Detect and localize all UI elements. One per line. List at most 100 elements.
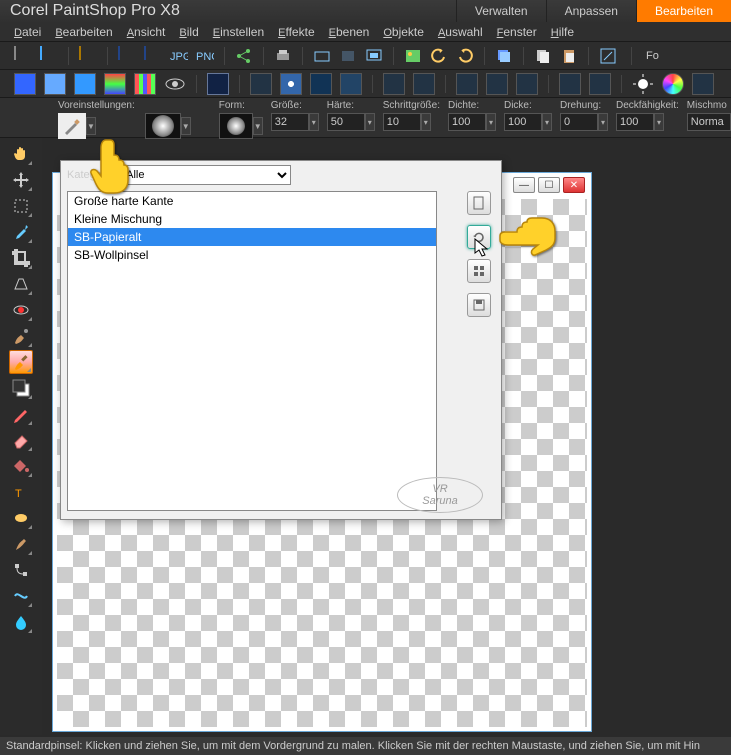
rotation-field[interactable]: 0 — [560, 113, 598, 131]
saveas-icon[interactable] — [144, 47, 162, 65]
image-icon[interactable] — [404, 47, 422, 65]
copy-icon[interactable] — [534, 47, 552, 65]
compass-icon[interactable] — [486, 73, 508, 95]
tab-bearbeiten[interactable]: Bearbeiten — [636, 0, 731, 22]
new-icon[interactable] — [14, 47, 32, 65]
swatch-5[interactable] — [134, 73, 156, 95]
export-jpg-icon[interactable]: JPG — [170, 47, 188, 65]
preset-refresh-button[interactable] — [467, 225, 491, 249]
menu-ebenen[interactable]: Ebenen — [329, 25, 370, 39]
grid-icon[interactable] — [340, 73, 362, 95]
menu-objekte[interactable]: Objekte — [383, 25, 424, 39]
rotation-spinner[interactable]: ▾ — [598, 113, 608, 131]
resize-icon[interactable] — [599, 47, 617, 65]
tab-verwalten[interactable]: Verwalten — [456, 0, 546, 22]
swatch-2[interactable] — [44, 73, 66, 95]
list-item[interactable]: SB-Wollpinsel — [68, 246, 436, 264]
align-center-icon[interactable] — [250, 73, 272, 95]
brush-form-preview[interactable] — [219, 113, 253, 139]
fx-1-icon[interactable] — [207, 73, 229, 95]
preset-shape-preview[interactable] — [145, 113, 181, 139]
window-maximize-button[interactable]: ☐ — [538, 177, 560, 193]
step-spinner[interactable]: ▾ — [421, 113, 431, 131]
window-minimize-button[interactable]: — — [513, 177, 535, 193]
refine-icon[interactable] — [516, 73, 538, 95]
list-item[interactable]: Große harte Kante — [68, 192, 436, 210]
menu-bearbeiten[interactable]: Bearbeiten — [55, 25, 112, 39]
crop-tool[interactable] — [9, 246, 33, 270]
pen-draw-tool[interactable] — [9, 402, 33, 426]
curves-icon[interactable] — [692, 73, 714, 95]
window-close-button[interactable]: ✕ — [563, 177, 585, 193]
brush-form-dropdown[interactable]: ▼ — [253, 117, 263, 135]
list-item[interactable]: Kleine Mischung — [68, 210, 436, 228]
warp-tool[interactable] — [9, 584, 33, 608]
smudge-tool[interactable] — [9, 532, 33, 556]
preset-dropdown[interactable]: ▼ — [86, 117, 96, 135]
perspective-tool[interactable] — [9, 272, 33, 296]
layers-icon[interactable] — [495, 47, 513, 65]
blend-field[interactable]: Norma — [687, 113, 731, 131]
redo-icon[interactable] — [456, 47, 474, 65]
preset-file-button[interactable] — [467, 191, 491, 215]
target-icon[interactable] — [280, 73, 302, 95]
move-tool[interactable] — [9, 168, 33, 192]
new2-icon[interactable] — [40, 47, 58, 65]
print-icon[interactable] — [274, 47, 292, 65]
clone-tool[interactable] — [9, 324, 33, 348]
open-icon[interactable] — [79, 47, 97, 65]
preset-shape-dropdown[interactable]: ▼ — [181, 117, 191, 135]
redeye-tool[interactable] — [9, 298, 33, 322]
pan-tool[interactable] — [9, 142, 33, 166]
screenshot-icon[interactable] — [365, 47, 383, 65]
menu-effekte[interactable]: Effekte — [278, 25, 314, 39]
flip-v-icon[interactable] — [589, 73, 611, 95]
size-spinner[interactable]: ▾ — [309, 113, 319, 131]
paintbrush-tool[interactable] — [9, 350, 33, 374]
menu-ansicht[interactable]: Ansicht — [127, 25, 166, 39]
shape-tool[interactable] — [9, 506, 33, 530]
fill-tool[interactable] — [9, 454, 33, 478]
density-field[interactable]: 100 — [448, 113, 486, 131]
menu-datei[interactable]: Datei — [14, 25, 41, 39]
dropper-tool[interactable] — [9, 220, 33, 244]
menu-hilfe[interactable]: Hilfe — [551, 25, 574, 39]
category-select[interactable]: Alle — [121, 165, 291, 185]
paste-icon[interactable] — [560, 47, 578, 65]
palette-icon[interactable] — [662, 73, 684, 95]
thickness-spinner[interactable]: ▾ — [542, 113, 552, 131]
size-field[interactable]: 32 — [271, 113, 309, 131]
opacity-spinner[interactable]: ▾ — [654, 113, 664, 131]
preset-brush-icon[interactable] — [58, 113, 86, 139]
opacity-field[interactable]: 100 — [616, 113, 654, 131]
text-tool[interactable]: T — [9, 480, 33, 504]
share-icon[interactable] — [235, 47, 253, 65]
flip-h-icon[interactable] — [559, 73, 581, 95]
hardness-spinner[interactable]: ▾ — [365, 113, 375, 131]
rect-icon[interactable] — [310, 73, 332, 95]
menu-einstellen[interactable]: Einstellen — [213, 25, 264, 39]
export-png-icon[interactable]: PNG — [196, 47, 214, 65]
tab-anpassen[interactable]: Anpassen — [546, 0, 636, 22]
menu-fenster[interactable]: Fenster — [497, 25, 537, 39]
hardness-field[interactable]: 50 — [327, 113, 365, 131]
crop2-icon[interactable] — [383, 73, 405, 95]
brightness-icon[interactable] — [632, 73, 654, 95]
menu-auswahl[interactable]: Auswahl — [438, 25, 483, 39]
step-field[interactable]: 10 — [383, 113, 421, 131]
density-spinner[interactable]: ▾ — [486, 113, 496, 131]
pen-icon[interactable] — [456, 73, 478, 95]
eraser-tool[interactable] — [9, 428, 33, 452]
selection-tool[interactable] — [9, 194, 33, 218]
preset-grid-button[interactable] — [467, 259, 491, 283]
swatch-3[interactable] — [74, 73, 96, 95]
swatch-1[interactable] — [14, 73, 36, 95]
thickness-field[interactable]: 100 — [504, 113, 542, 131]
fg-bg-swatch[interactable] — [9, 376, 33, 400]
menu-bild[interactable]: Bild — [179, 25, 198, 39]
oil-tool[interactable] — [9, 610, 33, 634]
swatch-4[interactable] — [104, 73, 126, 95]
twain-icon[interactable] — [313, 47, 331, 65]
preset-save-button[interactable] — [467, 293, 491, 317]
sel-icon[interactable] — [413, 73, 435, 95]
